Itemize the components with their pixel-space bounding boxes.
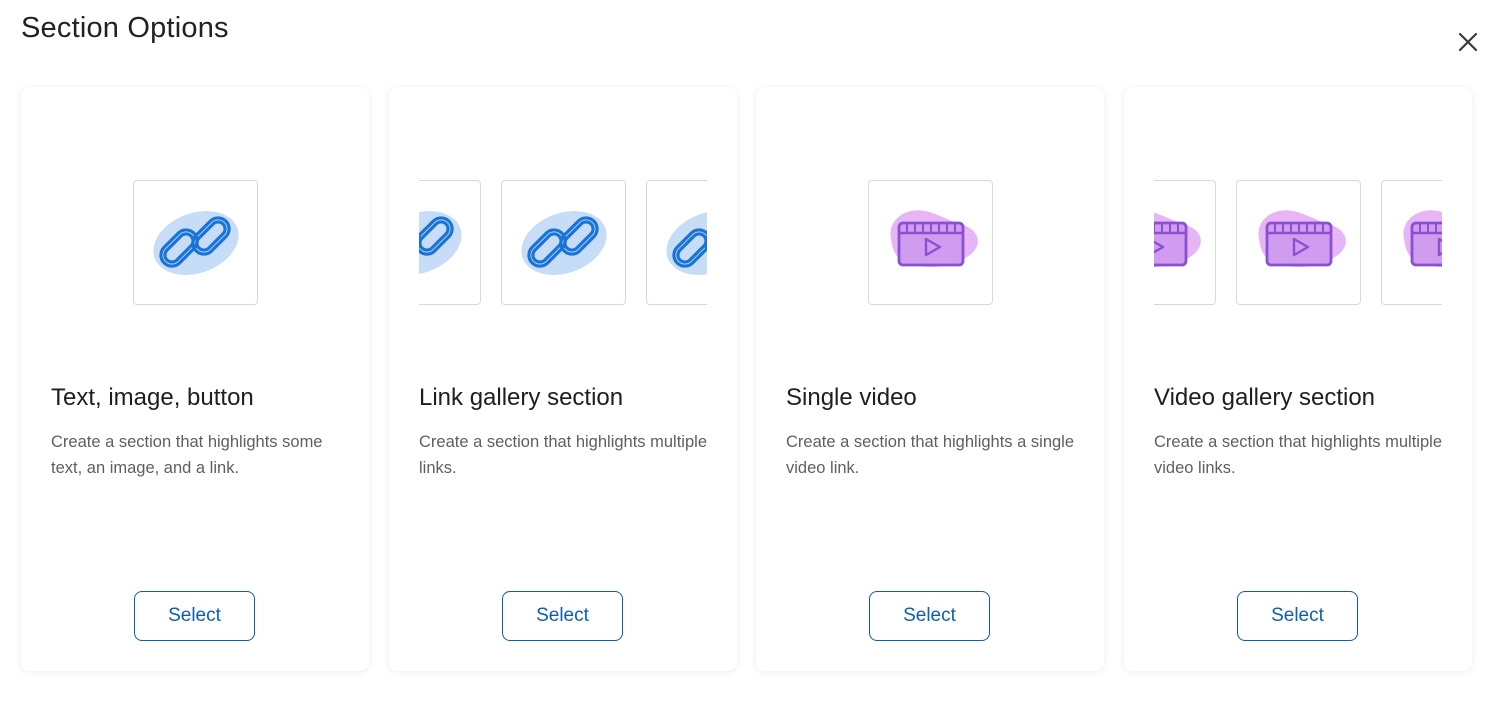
card-preview xyxy=(786,180,1074,305)
section-options-dialog: Section Options Text, image, button Crea… xyxy=(0,0,1497,702)
card-description: Create a section that highlights a singl… xyxy=(786,433,1075,477)
section-option-card-single-video: Single video Create a section that highl… xyxy=(756,87,1104,671)
card-description: Create a section that highlights multipl… xyxy=(419,433,707,477)
preview-tile xyxy=(133,180,258,305)
select-button[interactable]: Select xyxy=(502,591,623,641)
card-preview xyxy=(51,180,339,305)
preview-tile xyxy=(1381,180,1442,305)
preview-tile xyxy=(868,180,993,305)
preview-tile xyxy=(646,180,707,305)
card-title: Single video xyxy=(786,384,917,411)
card-title: Video gallery section xyxy=(1154,384,1376,411)
section-option-card-text-image-button: Text, image, button Create a section tha… xyxy=(21,87,369,671)
preview-tile xyxy=(1236,180,1361,305)
section-options-list: Text, image, button Create a section tha… xyxy=(21,87,1472,671)
video-icon xyxy=(890,210,978,267)
card-description: Create a section that highlights multipl… xyxy=(1154,433,1442,477)
select-button[interactable]: Select xyxy=(134,591,255,641)
card-preview xyxy=(419,180,707,305)
preview-tile xyxy=(419,180,481,305)
preview-tile xyxy=(501,180,626,305)
link-icon xyxy=(419,211,462,275)
link-icon xyxy=(521,211,607,275)
link-icon xyxy=(153,211,239,275)
dialog-title: Section Options xyxy=(21,12,229,44)
section-option-card-link-gallery: Link gallery section Create a section th… xyxy=(389,87,737,671)
preview-tile xyxy=(1154,180,1216,305)
section-option-card-video-gallery: Video gallery section Create a section t… xyxy=(1124,87,1472,671)
link-icon xyxy=(666,211,707,275)
card-title: Text, image, button xyxy=(51,384,254,411)
select-button[interactable]: Select xyxy=(1237,591,1358,641)
video-icon xyxy=(1258,210,1346,267)
close-button[interactable] xyxy=(1455,29,1481,55)
video-icon xyxy=(1403,210,1442,267)
select-button[interactable]: Select xyxy=(869,591,990,641)
card-preview xyxy=(1154,180,1442,305)
close-icon xyxy=(1458,32,1478,52)
card-title: Link gallery section xyxy=(419,384,624,411)
card-description: Create a section that highlights some te… xyxy=(51,433,323,477)
video-icon xyxy=(1154,212,1201,267)
